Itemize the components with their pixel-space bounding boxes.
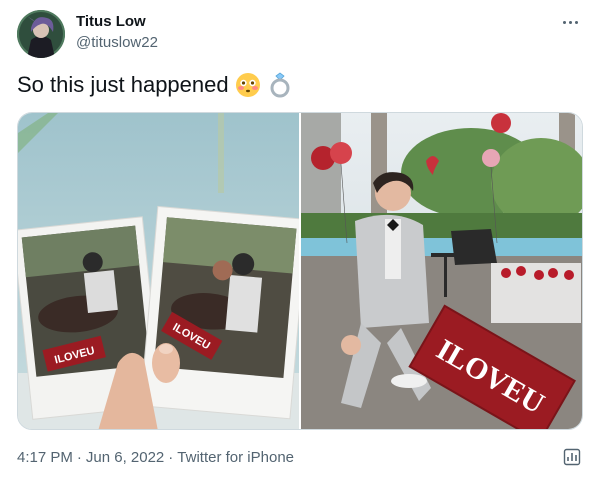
view-activity-icon[interactable] [563,448,581,466]
tweet-media: ILOVEU ILOVEU ILOVEU [17,112,583,430]
author-display-name[interactable]: Titus Low [76,12,158,31]
tweet-date[interactable]: Jun 6, 2022 [86,448,164,468]
flushed-face-emoji-icon [235,73,260,97]
tweet-text-content: So this just happened [17,72,229,97]
photo-polaroids[interactable]: ILOVEU ILOVEU [18,113,299,429]
author-handle[interactable]: @tituslow22 [76,33,158,53]
tweet-text: So this just happened [17,70,293,100]
ring-emoji-icon [270,72,290,98]
avatar-image [17,10,65,58]
tweet-meta: 4:17 PM · Jun 6, 2022 · Twitter for iPho… [17,448,294,468]
meta-separator-2: · [168,449,174,466]
avatar[interactable] [17,10,65,58]
photo-proposal-setup[interactable]: ILOVEU [301,113,582,429]
meta-separator: · [76,449,82,466]
tweet-time[interactable]: 4:17 PM [17,448,73,468]
more-dots-icon[interactable] [557,10,583,34]
tweet-source[interactable]: Twitter for iPhone [177,448,294,468]
author-info: Titus Low @tituslow22 [76,12,158,53]
